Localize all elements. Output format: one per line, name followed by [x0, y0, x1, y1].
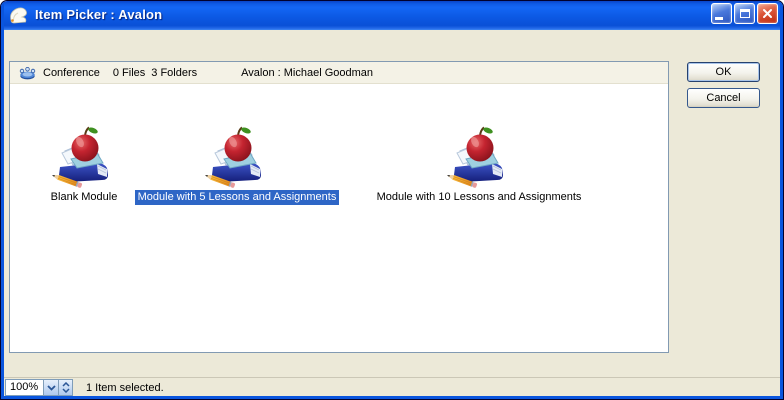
item-label: Blank Module — [48, 190, 121, 205]
zoom-control: 100% — [5, 379, 73, 396]
minimize-button[interactable] — [711, 3, 732, 24]
item-label-selected: Module with 5 Lessons and Assignments — [135, 190, 340, 205]
item-picker-window: Item Picker : Avalon — [0, 0, 784, 400]
module-icon — [51, 125, 117, 189]
module-icon — [446, 125, 512, 189]
chevron-down-icon — [47, 385, 56, 391]
header-type-label: Conference — [43, 67, 100, 79]
list-item-module-5-lessons[interactable]: Module with 5 Lessons and Assignments — [122, 125, 352, 205]
zoom-value: 100% — [6, 380, 43, 395]
maximize-icon — [740, 9, 750, 18]
maximize-button[interactable] — [734, 3, 755, 24]
window-title: Item Picker : Avalon — [35, 7, 711, 22]
list-content[interactable]: Blank Module Module with 5 Lessons and A… — [10, 84, 668, 352]
page-icon — [8, 5, 30, 25]
statusbar: 100% 1 Item selected. — [2, 377, 782, 397]
cancel-button[interactable]: Cancel — [687, 88, 760, 108]
zoom-spinner[interactable] — [58, 380, 72, 395]
minimize-icon — [715, 17, 723, 20]
list-item-module-10-lessons[interactable]: Module with 10 Lessons and Assignments — [354, 125, 604, 205]
chevron-down-icon — [62, 388, 70, 393]
header-folders-count: 3 Folders — [151, 67, 197, 79]
status-text: 1 Item selected. — [86, 382, 164, 394]
window-controls — [711, 3, 778, 24]
header-files-count: 0 Files — [113, 67, 145, 79]
conference-icon — [19, 66, 36, 80]
header-owner: Avalon : Michael Goodman — [241, 67, 373, 79]
close-button[interactable] — [757, 3, 778, 24]
item-list-panel: Conference 0 Files 3 Folders Avalon : Mi… — [9, 61, 669, 353]
ok-button[interactable]: OK — [687, 62, 760, 82]
list-header: Conference 0 Files 3 Folders Avalon : Mi… — [10, 62, 668, 84]
close-icon — [762, 8, 773, 19]
module-icon — [204, 125, 270, 189]
zoom-dropdown-button[interactable] — [43, 380, 58, 395]
item-label: Module with 10 Lessons and Assignments — [374, 190, 585, 205]
chevron-up-icon — [62, 382, 70, 387]
titlebar[interactable]: Item Picker : Avalon — [1, 1, 783, 30]
